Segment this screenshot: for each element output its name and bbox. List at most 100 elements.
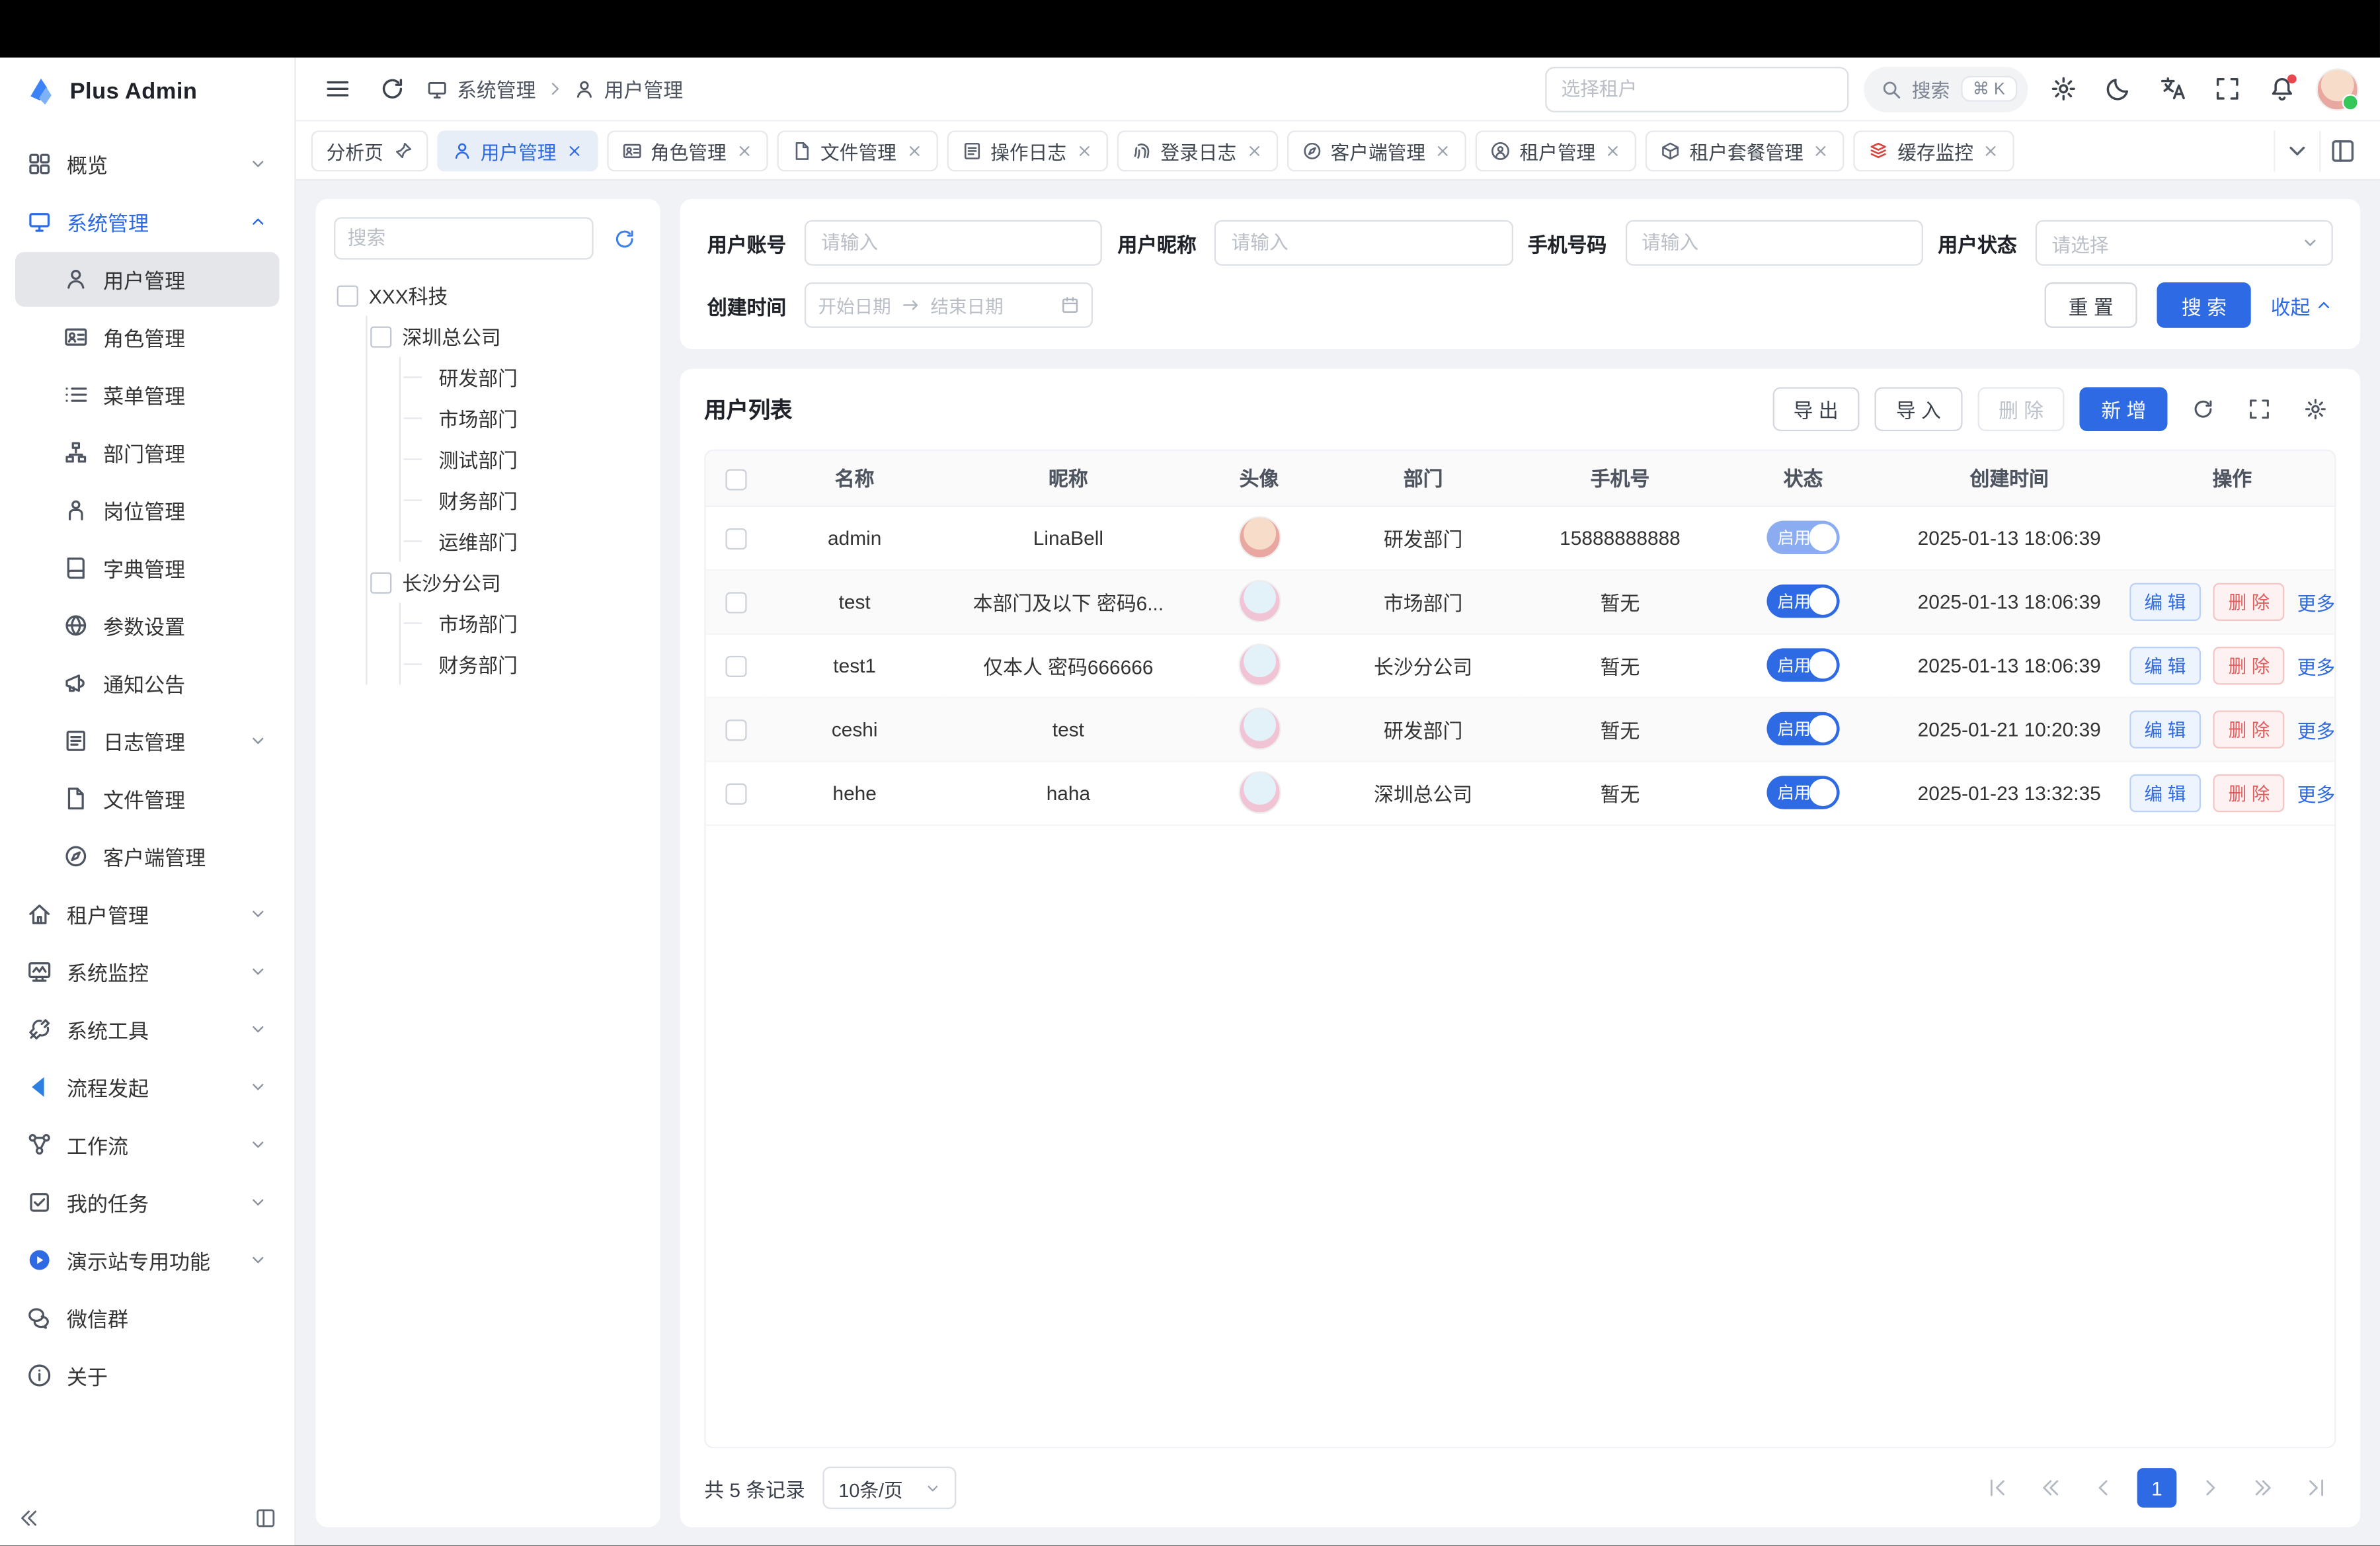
close-icon[interactable] — [735, 142, 752, 159]
menu-toggle-button[interactable] — [317, 69, 357, 108]
more-button[interactable]: 更多 — [2297, 651, 2334, 680]
tree-node[interactable]: XXX科技 — [334, 275, 642, 316]
tree-node[interactable]: 长沙分公司 — [368, 561, 643, 602]
tree-node[interactable]: 测试部门 — [401, 439, 642, 480]
language-button[interactable] — [2153, 69, 2192, 108]
current-page-button[interactable]: 1 — [2137, 1468, 2177, 1508]
close-icon[interactable] — [1076, 142, 1092, 159]
tab-tenant-package-management[interactable]: 租户套餐管理 — [1646, 130, 1844, 171]
sidebar-item-param-settings[interactable]: 参数设置 — [15, 598, 279, 653]
close-icon[interactable] — [1813, 142, 1829, 159]
edit-button[interactable]: 编 辑 — [2130, 710, 2202, 747]
status-toggle[interactable]: 启用 — [1766, 648, 1839, 682]
jump-forward-button[interactable] — [2243, 1468, 2283, 1508]
select-all-checkbox[interactable] — [726, 468, 747, 489]
sidebar-item-my-tasks[interactable]: 我的任务 — [15, 1175, 279, 1230]
tree-node[interactable]: 市场部门 — [401, 398, 642, 439]
sidebar-item-process-start[interactable]: 流程发起 — [15, 1060, 279, 1115]
refresh-page-button[interactable] — [372, 69, 411, 108]
tree-node[interactable]: 深圳总公司 — [368, 316, 643, 357]
close-icon[interactable] — [906, 142, 922, 159]
delete-row-button[interactable]: 删 除 — [2213, 710, 2285, 747]
table-refresh-button[interactable] — [2183, 389, 2224, 430]
tree-node[interactable]: 市场部门 — [401, 602, 642, 643]
row-checkbox[interactable] — [726, 592, 747, 613]
delete-row-button[interactable]: 删 除 — [2213, 582, 2285, 620]
tab-user-management[interactable]: 用户管理 — [436, 130, 597, 171]
more-button[interactable]: 更多 — [2297, 714, 2334, 743]
import-button[interactable]: 导 入 — [1875, 387, 1962, 431]
close-icon[interactable] — [565, 142, 582, 159]
edit-button[interactable]: 编 辑 — [2130, 646, 2202, 684]
sidebar-item-file-management[interactable]: 文件管理 — [15, 771, 279, 826]
tree-node[interactable]: 财务部门 — [401, 480, 642, 521]
add-button[interactable]: 新 增 — [2080, 387, 2167, 431]
row-checkbox[interactable] — [726, 783, 747, 804]
sidebar-item-notice-announcement[interactable]: 通知公告 — [15, 656, 279, 711]
tab-analysis[interactable]: 分析页 — [311, 130, 428, 171]
sidebar-item-post-management[interactable]: 岗位管理 — [15, 483, 279, 538]
tab-role-management[interactable]: 角色管理 — [606, 130, 767, 171]
tabs-dropdown-button[interactable] — [2274, 130, 2319, 171]
sidebar-item-system-management[interactable]: 系统管理 — [15, 194, 279, 249]
status-toggle[interactable]: 启用 — [1766, 585, 1839, 618]
sidebar-item-tenant-management[interactable]: 租户管理 — [15, 887, 279, 942]
next-page-button[interactable] — [2190, 1468, 2230, 1508]
status-toggle[interactable]: 启用 — [1766, 776, 1839, 809]
app-logo[interactable]: Plus Admin — [0, 58, 294, 124]
breadcrumb-item-system-management[interactable]: 系统管理 — [426, 74, 536, 103]
sidebar-item-about[interactable]: 关于 — [15, 1348, 279, 1403]
tab-login-log[interactable]: 登录日志 — [1117, 130, 1277, 171]
sidebar-item-overview[interactable]: 概览 — [15, 137, 279, 192]
status-toggle[interactable]: 启用 — [1766, 712, 1839, 746]
sidebar-item-workflow[interactable]: 工作流 — [15, 1118, 279, 1172]
more-button[interactable]: 更多 — [2297, 587, 2334, 616]
row-checkbox[interactable] — [726, 719, 747, 741]
reset-button[interactable]: 重 置 — [2044, 282, 2137, 328]
tree-node[interactable]: 财务部门 — [401, 643, 642, 684]
prev-page-button[interactable] — [2084, 1468, 2123, 1508]
global-search[interactable]: 搜索 ⌘ K — [1863, 66, 2028, 112]
user-avatar[interactable] — [2317, 67, 2359, 110]
close-icon[interactable] — [1605, 142, 1621, 159]
tabs-layout-button[interactable] — [2319, 130, 2365, 171]
first-page-button[interactable] — [1978, 1468, 2018, 1508]
tree-refresh-button[interactable] — [606, 220, 642, 257]
tree-expander-icon[interactable] — [337, 284, 358, 305]
row-checkbox[interactable] — [726, 655, 747, 676]
delete-button[interactable]: 删 除 — [1977, 387, 2065, 431]
tree-expander-icon[interactable] — [370, 571, 391, 592]
sidebar-item-menu-management[interactable]: 菜单管理 — [15, 368, 279, 423]
sidebar-pin-icon[interactable] — [255, 1508, 276, 1529]
sidebar-item-system-tools[interactable]: 系统工具 — [15, 1002, 279, 1057]
fullscreen-button[interactable] — [2207, 69, 2246, 108]
tenant-select-input[interactable] — [1544, 66, 1848, 112]
collapse-filters-link[interactable]: 收起 — [2271, 291, 2333, 320]
user-account-input[interactable] — [805, 220, 1103, 266]
sidebar-item-client-management[interactable]: 客户端管理 — [15, 829, 279, 884]
export-button[interactable]: 导 出 — [1772, 387, 1859, 431]
tab-client-management[interactable]: 客户端管理 — [1287, 130, 1466, 171]
table-fullscreen-button[interactable] — [2239, 389, 2280, 430]
page-size-select[interactable]: 10条/页 — [823, 1467, 956, 1509]
status-toggle[interactable]: 启用 — [1766, 520, 1839, 554]
edit-button[interactable]: 编 辑 — [2130, 582, 2202, 620]
create-time-daterange[interactable]: 开始日期结束日期 — [805, 282, 1093, 328]
tree-node[interactable]: 运维部门 — [401, 520, 642, 561]
tab-cache-monitor[interactable]: 缓存监控 — [1854, 130, 2014, 171]
delete-row-button[interactable]: 删 除 — [2213, 774, 2285, 811]
close-icon[interactable] — [1435, 142, 1451, 159]
row-checkbox[interactable] — [726, 528, 747, 549]
more-button[interactable]: 更多 — [2297, 778, 2334, 807]
sidebar-item-wechat-group[interactable]: 微信群 — [15, 1291, 279, 1346]
close-icon[interactable] — [1246, 142, 1262, 159]
sidebar-item-system-monitor[interactable]: 系统监控 — [15, 944, 279, 999]
dark-mode-button[interactable] — [2098, 69, 2137, 108]
sidebar-item-role-management[interactable]: 角色管理 — [15, 309, 279, 364]
user-nickname-input[interactable] — [1214, 220, 1513, 266]
breadcrumb-item-user-management[interactable]: 用户管理 — [574, 74, 683, 103]
user-status-select[interactable]: 请选择 — [2035, 220, 2333, 266]
tab-operation-log[interactable]: 操作日志 — [947, 130, 1107, 171]
tree-search-input[interactable] — [334, 217, 594, 259]
search-button[interactable]: 搜 索 — [2157, 282, 2250, 328]
